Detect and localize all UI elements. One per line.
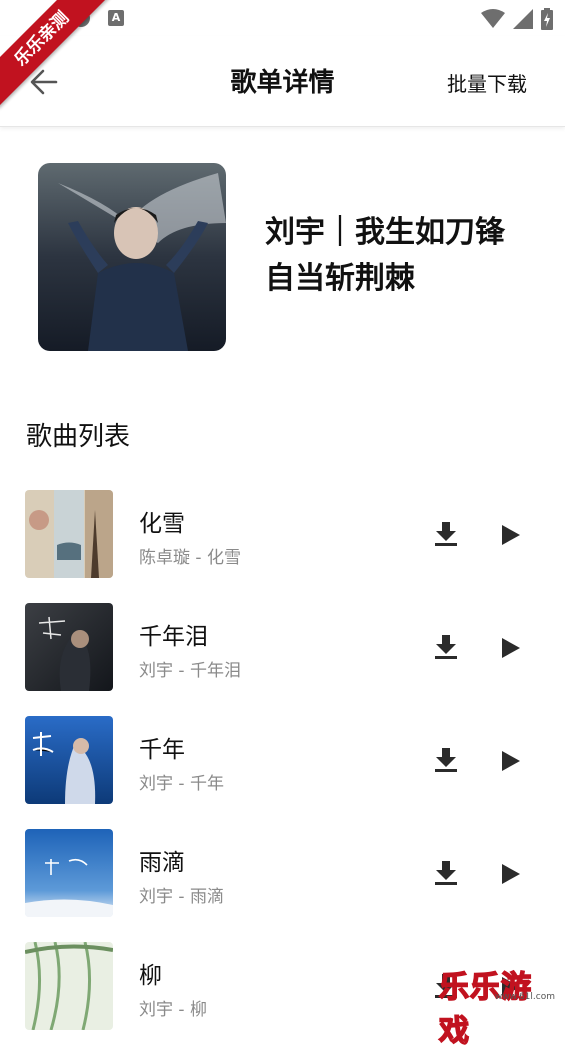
song-title: 化雪 bbox=[139, 511, 185, 537]
song-thumbnail bbox=[25, 490, 113, 578]
signal-icon bbox=[513, 9, 533, 29]
playlist-name: 刘宇｜我生如刀锋 自当斩荆棘 bbox=[265, 210, 545, 302]
wifi-icon bbox=[481, 9, 505, 28]
download-icon[interactable] bbox=[434, 860, 458, 886]
song-row[interactable]: 千年 刘宇 - 千年 bbox=[0, 716, 565, 829]
song-subtitle: 刘宇 - 千年 bbox=[139, 774, 224, 794]
song-thumbnail bbox=[25, 716, 113, 804]
song-title: 千年 bbox=[139, 737, 185, 763]
text-a-icon: A bbox=[108, 10, 124, 26]
play-icon[interactable] bbox=[498, 862, 522, 886]
song-row[interactable]: 化雪 陈卓璇 - 化雪 bbox=[0, 490, 565, 603]
song-thumbnail bbox=[25, 942, 113, 1030]
app-bar: 歌单详情 批量下载 bbox=[0, 36, 565, 127]
song-thumbnail bbox=[25, 603, 113, 691]
playlist-name-line1: 刘宇｜我生如刀锋 bbox=[265, 215, 505, 250]
section-title: 歌曲列表 bbox=[26, 422, 131, 452]
download-icon[interactable] bbox=[434, 521, 458, 547]
song-title: 千年泪 bbox=[139, 624, 208, 650]
song-row[interactable]: 千年泪 刘宇 - 千年泪 bbox=[0, 603, 565, 716]
song-title: 柳 bbox=[139, 963, 162, 989]
download-icon[interactable] bbox=[434, 747, 458, 773]
song-subtitle: 陈卓璇 - 化雪 bbox=[139, 548, 241, 568]
song-subtitle: 刘宇 - 柳 bbox=[139, 1000, 207, 1020]
song-subtitle: 刘宇 - 雨滴 bbox=[139, 887, 224, 907]
watermark-url: www.61l.com bbox=[494, 992, 555, 1002]
song-subtitle: 刘宇 - 千年泪 bbox=[139, 661, 241, 681]
download-icon[interactable] bbox=[434, 634, 458, 660]
play-icon[interactable] bbox=[498, 636, 522, 660]
playlist-name-line2: 自当斩荆棘 bbox=[265, 261, 415, 296]
batch-download-button[interactable]: 批量下载 bbox=[447, 68, 527, 97]
song-row[interactable]: 雨滴 刘宇 - 雨滴 bbox=[0, 829, 565, 942]
play-icon[interactable] bbox=[498, 523, 522, 547]
watermark: 乐乐游戏 www.61l.com bbox=[438, 962, 559, 1050]
play-icon[interactable] bbox=[498, 749, 522, 773]
song-title: 雨滴 bbox=[139, 850, 185, 876]
watermark-text: 乐乐游戏 bbox=[438, 969, 532, 1050]
battery-icon bbox=[541, 8, 553, 30]
cover-image bbox=[38, 163, 226, 351]
playlist-cover bbox=[38, 163, 226, 351]
song-thumbnail bbox=[25, 829, 113, 917]
